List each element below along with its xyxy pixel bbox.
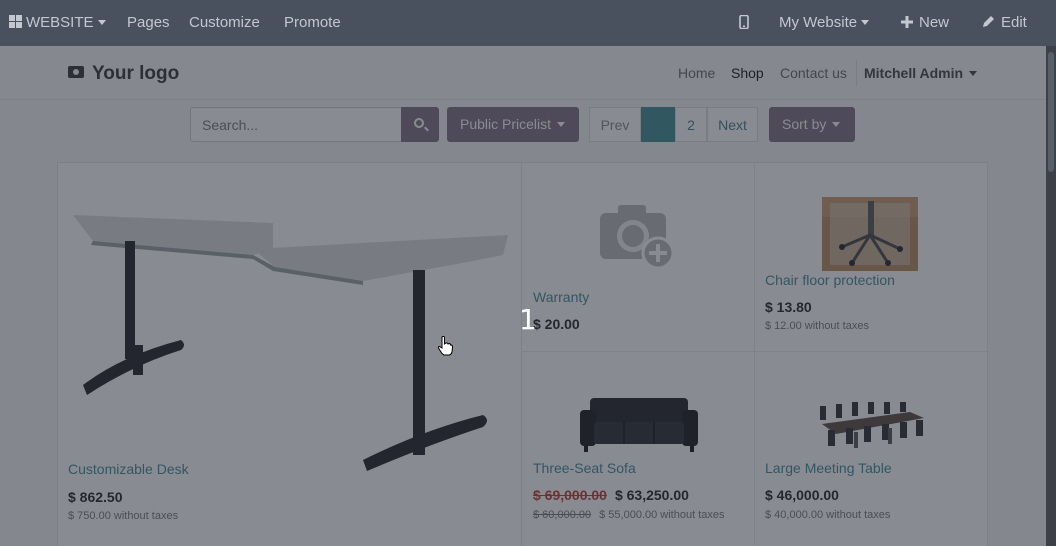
pager-next[interactable]: Next	[707, 107, 758, 142]
new-button-label: New	[919, 14, 950, 31]
mobile-preview-button[interactable]	[739, 0, 749, 46]
sort-label: Sort by	[782, 116, 827, 132]
website-page: Your logo Home Shop Contact us Mitchell …	[0, 46, 1046, 546]
nav-divider	[856, 60, 857, 86]
product-discount-price: $ 63,250.00	[614, 487, 689, 503]
website-switcher-label: My Website	[779, 14, 858, 31]
sort-dropdown[interactable]: Sort by	[769, 107, 855, 142]
pencil-icon	[983, 16, 994, 28]
website-menu-label: WEBSITE	[26, 14, 94, 31]
edit-button-label: Edit	[1001, 14, 1027, 31]
product-price-untaxed: $ 40,000.00 without taxes	[765, 509, 891, 521]
admin-topbar: WEBSITE Pages Customize Promote My Websi…	[0, 0, 1056, 46]
product-search-input[interactable]: Search...	[190, 107, 401, 142]
pager-page-2[interactable]: 2	[675, 107, 707, 142]
product-name[interactable]: Three-Seat Sofa	[533, 460, 636, 476]
product-image-meeting-table	[820, 402, 924, 448]
nav-contact[interactable]: Contact us	[780, 65, 847, 81]
user-menu[interactable]: Mitchell Admin	[864, 65, 978, 81]
caret-icon	[832, 121, 841, 127]
pricelist-label: Public Pricelist	[460, 116, 552, 132]
product-price-untaxed: $ 750.00 without taxes	[68, 510, 179, 522]
scrollbar-thumb[interactable]	[1048, 52, 1054, 172]
tour-step-number: 1	[519, 303, 537, 336]
product-image-floor-mat	[822, 197, 918, 271]
page-scrollbar[interactable]	[1046, 46, 1056, 546]
search-button[interactable]	[401, 107, 439, 142]
product-image-sofa	[580, 398, 698, 452]
product-name[interactable]: Warranty	[533, 289, 589, 305]
product-price: $ 46,000.00	[765, 487, 839, 503]
product-name[interactable]: Customizable Desk	[68, 461, 189, 477]
caret-icon	[861, 19, 870, 25]
pages-menu[interactable]: Pages	[127, 0, 170, 46]
website-switcher[interactable]: My Website	[779, 0, 870, 46]
product-card[interactable]: Large Meeting Table $ 46,000.00 $ 40,000…	[755, 352, 988, 546]
customize-menu[interactable]: Customize	[189, 0, 260, 46]
site-header: Your logo Home Shop Contact us Mitchell …	[0, 46, 1046, 100]
pager-page-1[interactable]: 1	[641, 107, 675, 142]
pricelist-dropdown[interactable]: Public Pricelist	[447, 107, 579, 142]
grid-icon	[9, 15, 22, 29]
product-name[interactable]: Large Meeting Table	[765, 460, 892, 476]
pager-prev[interactable]: Prev	[589, 107, 641, 142]
nav-home[interactable]: Home	[678, 65, 715, 81]
nav-shop[interactable]: Shop	[731, 65, 764, 81]
caret-icon	[557, 121, 566, 127]
product-new-price-untaxed: $ 55,000.00 without taxes	[599, 509, 725, 521]
product-price: $ 13.80	[765, 299, 812, 315]
site-logo[interactable]: Your logo	[68, 63, 179, 85]
product-price: $ 862.50	[68, 489, 123, 505]
product-price: $ 20.00	[533, 316, 580, 332]
product-old-price: $ 69,000.00	[533, 487, 607, 503]
product-old-price-untaxed: $ 60,000.00	[533, 509, 592, 521]
logo-text: Your logo	[92, 63, 180, 84]
user-name: Mitchell Admin	[864, 65, 964, 81]
camera-icon	[68, 66, 84, 79]
mobile-icon	[739, 14, 749, 29]
product-card[interactable]: Chair floor protection $ 13.80 $ 12.00 w…	[755, 163, 988, 352]
product-price-untaxed: $ 12.00 without taxes	[765, 320, 869, 332]
website-menu[interactable]: WEBSITE	[9, 0, 106, 46]
edit-button[interactable]: Edit	[982, 0, 1027, 46]
product-card[interactable]: Warranty $ 20.00	[522, 163, 755, 352]
product-card[interactable]: Three-Seat Sofa $ 69,000.00 $ 63,250.00 $…	[522, 352, 755, 546]
product-grid: Customizable Desk $ 862.50 $ 750.00 with…	[57, 162, 988, 546]
product-name[interactable]: Chair floor protection	[765, 272, 895, 288]
caret-icon	[969, 70, 978, 76]
product-price: $ 69,000.00 $ 63,250.00	[533, 487, 689, 503]
promote-menu[interactable]: Promote	[284, 0, 341, 46]
plus-icon	[901, 15, 913, 28]
search-icon	[414, 118, 424, 128]
caret-icon	[97, 19, 106, 25]
new-button[interactable]: New	[901, 0, 949, 46]
product-price-untaxed: $ 60,000.00 $ 55,000.00 without taxes	[533, 509, 725, 521]
camera-placeholder-icon	[600, 205, 675, 269]
hand-cursor-icon	[437, 336, 453, 356]
